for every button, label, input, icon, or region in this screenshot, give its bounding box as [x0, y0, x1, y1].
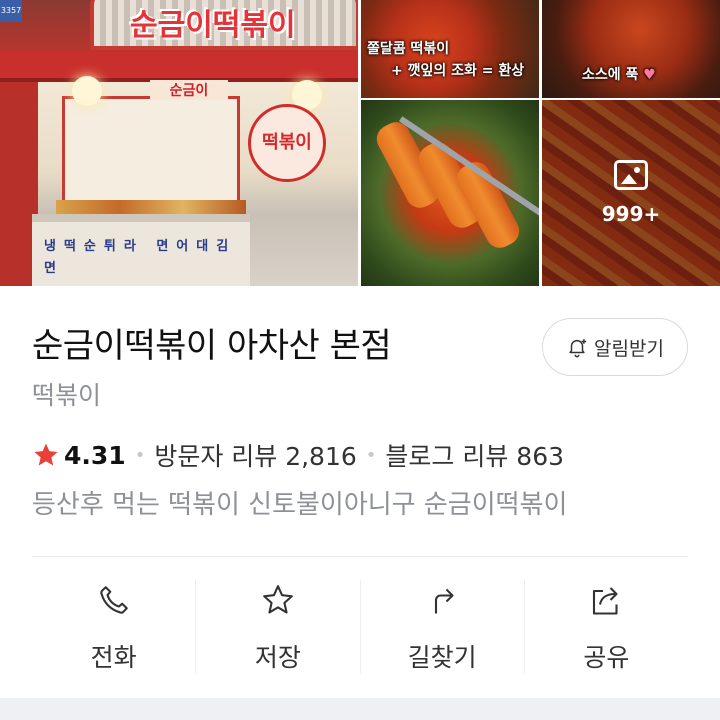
directions-icon: [435, 588, 454, 614]
separator-dot: •: [134, 444, 146, 466]
phone-icon: [99, 586, 128, 614]
image-icon: [614, 160, 648, 190]
share-icon: [593, 587, 618, 615]
rating-value: 4.31: [64, 440, 126, 470]
save-button[interactable]: 저장: [195, 580, 359, 674]
food-photo-2[interactable]: 소스에 푹 ♥: [542, 0, 720, 98]
share-button[interactable]: 공유: [523, 580, 688, 674]
section-separator: [0, 698, 720, 720]
counter-menu-text: 냉떡순튀라 면어대김면: [44, 239, 237, 276]
more-photos-tile[interactable]: 999+: [542, 100, 720, 286]
place-description: 등산후 먹는 떡볶이 신토불이아니구 순금이떡볶이: [32, 490, 568, 520]
star-icon: [34, 443, 58, 466]
more-photos-count: 999+: [601, 202, 661, 226]
directions-button[interactable]: 길찾기: [359, 580, 524, 674]
heart-icon: ♥: [643, 67, 656, 83]
more-photos[interactable]: 999+: [542, 100, 720, 286]
place-name: 순금이떡볶이 아차산 본점: [32, 326, 392, 366]
food-photo-3[interactable]: [361, 100, 539, 286]
address-tag: 3357: [0, 0, 22, 22]
lamp: [72, 76, 102, 106]
action-bar: 전화 저장 길찾기 공유: [32, 580, 688, 674]
place-category: 떡볶이: [32, 381, 102, 410]
counter: 냉떡순튀라 면어대김면: [32, 214, 250, 286]
food-caption-text: 소스에 푹: [582, 67, 639, 83]
call-label: 전화: [90, 643, 137, 672]
save-label: 저장: [254, 643, 301, 672]
food-caption: + 깻잎의 조화 = 환상: [391, 63, 525, 79]
food-caption: 소스에 푹 ♥: [582, 64, 656, 84]
share-label: 공유: [583, 643, 630, 672]
food-photo-1[interactable]: 쫄달콤 떡볶이 + 깻잎의 조화 = 환상: [361, 0, 539, 98]
notify-button-label: 알림받기: [594, 337, 664, 360]
menu-board: 순금이: [150, 80, 228, 100]
bell-plus-icon: [569, 339, 587, 358]
awning: [0, 52, 358, 82]
star-outline-icon: [263, 585, 293, 614]
notify-button[interactable]: 알림받기: [542, 318, 688, 376]
door-sign: 떡볶이: [248, 104, 326, 182]
blog-reviews-link[interactable]: 블로그 리뷰 863: [385, 437, 564, 473]
storefront-sign: 순금이떡볶이: [130, 8, 296, 43]
shop-window: [62, 96, 240, 206]
divider: [32, 556, 688, 557]
separator-dot: •: [365, 444, 377, 466]
call-button[interactable]: 전화: [32, 580, 195, 674]
photo-gallery: 순금이떡볶이 3357 순금이 떡볶이 냉떡순튀라 면어대김면 쫄달콤 떡볶이 …: [0, 0, 720, 286]
visitor-reviews-link[interactable]: 방문자 리뷰 2,816: [154, 437, 356, 473]
review-stats: 4.31 • 방문자 리뷰 2,816 • 블로그 리뷰 863: [32, 438, 564, 472]
storefront-photo[interactable]: 순금이떡볶이 3357 순금이 떡볶이 냉떡순튀라 면어대김면: [0, 0, 358, 286]
food-caption: 쫄달콤 떡볶이: [367, 41, 450, 57]
directions-label: 길찾기: [407, 643, 477, 672]
